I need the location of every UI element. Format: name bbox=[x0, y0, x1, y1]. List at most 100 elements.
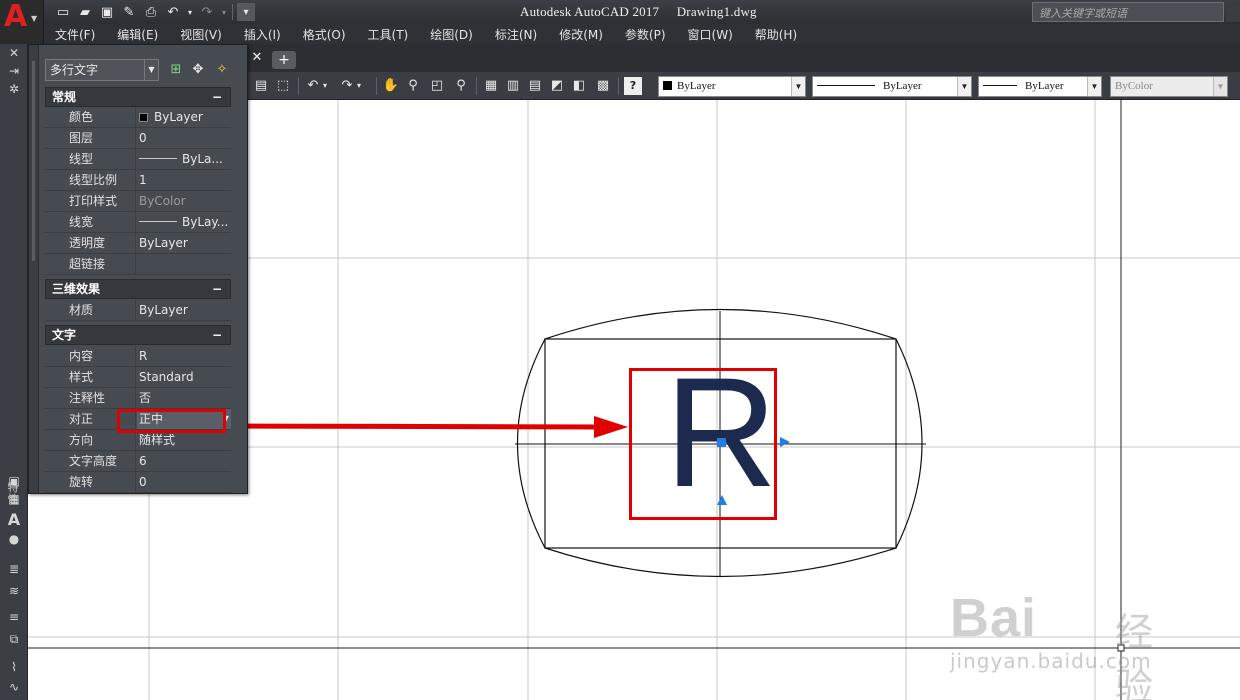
property-row[interactable]: 超链接 bbox=[45, 254, 231, 275]
zoom-realtime-icon[interactable]: ⚲ bbox=[404, 77, 422, 95]
menu-modify[interactable]: 修改(M) bbox=[548, 26, 614, 43]
property-value[interactable]: 0 bbox=[137, 472, 231, 492]
layer-states-icon[interactable]: ≋ bbox=[0, 584, 28, 598]
menu-tools[interactable]: 工具(T) bbox=[357, 26, 420, 43]
spline-tool-icon[interactable]: ∿ bbox=[0, 680, 28, 694]
collapse-icon[interactable]: − bbox=[212, 280, 222, 298]
property-row[interactable]: 旋转 0 bbox=[45, 472, 231, 493]
tool-palettes-icon[interactable]: ▤ bbox=[526, 77, 544, 95]
match-properties-icon[interactable]: ▤ bbox=[252, 77, 270, 95]
properties-icon[interactable]: ▦ bbox=[482, 77, 500, 95]
palette-grip[interactable] bbox=[29, 45, 39, 493]
menu-window[interactable]: 窗口(W) bbox=[677, 26, 744, 43]
undo-dropdown-icon[interactable]: ▾ bbox=[320, 77, 330, 95]
save-as-icon[interactable]: ✎ bbox=[120, 3, 138, 21]
zoom-window-icon[interactable]: ◰ bbox=[428, 77, 446, 95]
color-dropdown[interactable]: ByLayer ▼ bbox=[658, 76, 806, 97]
property-value[interactable]: 随样式 bbox=[137, 430, 231, 450]
property-value[interactable]: ByLa... bbox=[137, 149, 231, 169]
property-value[interactable]: ByLay... bbox=[137, 212, 231, 232]
layer-tool-icon[interactable]: ▣ bbox=[0, 474, 28, 488]
lineweight-dropdown[interactable]: ByLayer ▼ bbox=[978, 76, 1102, 97]
property-row[interactable]: 注释性 否 bbox=[45, 388, 231, 409]
print-icon[interactable]: ⎙ bbox=[142, 3, 160, 21]
property-row[interactable]: 样式 Standard bbox=[45, 367, 231, 388]
redo-dropdown-icon[interactable]: ▾ bbox=[354, 77, 364, 95]
property-row[interactable]: 材质 ByLayer bbox=[45, 300, 231, 321]
pickadd-toggle-icon[interactable]: ⊞ bbox=[167, 61, 185, 79]
palette-settings-icon[interactable]: ✲ bbox=[0, 82, 28, 96]
undo-icon[interactable]: ↶ bbox=[164, 3, 182, 21]
sheet-set-icon[interactable]: ◩ bbox=[548, 77, 566, 95]
plotstyle-dropdown[interactable]: ByColor ▼ bbox=[1110, 76, 1228, 97]
layer-walk-icon[interactable]: ≡ bbox=[0, 610, 28, 624]
new-tab-button[interactable]: + bbox=[272, 51, 296, 69]
section-text[interactable]: 文字 − bbox=[45, 325, 231, 345]
property-row[interactable]: 线宽 ByLay... bbox=[45, 212, 231, 233]
property-value[interactable] bbox=[137, 254, 231, 274]
new-file-icon[interactable]: ▭ bbox=[54, 3, 72, 21]
property-row[interactable]: 颜色 ByLayer bbox=[45, 107, 231, 128]
design-center-icon[interactable]: ▥ bbox=[504, 77, 522, 95]
polyline-tool-icon[interactable]: ⌇ bbox=[0, 660, 28, 674]
property-value[interactable]: ByColor bbox=[137, 191, 231, 211]
menu-help[interactable]: 帮助(H) bbox=[744, 26, 808, 43]
zoom-previous-icon[interactable]: ⚲ bbox=[452, 77, 470, 95]
select-objects-icon[interactable]: ✥ bbox=[189, 61, 207, 79]
collapse-icon[interactable]: − bbox=[212, 88, 222, 106]
property-value[interactable]: 6 bbox=[137, 451, 231, 471]
application-menu-button[interactable]: A ▼ bbox=[0, 0, 44, 44]
property-row[interactable]: 方向 随样式 bbox=[45, 430, 231, 451]
property-row[interactable]: 线型 ByLa... bbox=[45, 149, 231, 170]
section-general[interactable]: 常规 − bbox=[45, 87, 231, 107]
collapse-icon[interactable]: − bbox=[212, 326, 222, 344]
calculator-icon[interactable]: ▩ bbox=[594, 77, 612, 95]
center-grip[interactable] bbox=[717, 438, 726, 447]
layer-isolate-icon[interactable]: ⧉ bbox=[0, 632, 28, 647]
redo-icon[interactable]: ↷ bbox=[198, 3, 216, 21]
property-value[interactable]: Standard bbox=[137, 367, 231, 387]
undo-dropdown-icon[interactable]: ▾ bbox=[186, 3, 194, 21]
property-row[interactable]: 透明度 ByLayer bbox=[45, 233, 231, 254]
property-value[interactable]: 1 bbox=[137, 170, 231, 190]
quick-select-icon[interactable]: ✧ bbox=[213, 61, 231, 79]
grid-tool-icon[interactable]: ▦ bbox=[0, 492, 28, 506]
property-row[interactable]: 打印样式 ByColor bbox=[45, 191, 231, 212]
close-palette-icon[interactable]: ✕ bbox=[0, 46, 28, 60]
text-tool-icon[interactable]: A bbox=[0, 510, 28, 529]
section-3d-effects[interactable]: 三维效果 − bbox=[45, 279, 231, 299]
menu-view[interactable]: 视图(V) bbox=[169, 26, 233, 43]
property-value[interactable]: R bbox=[137, 346, 231, 366]
save-icon[interactable]: ▣ bbox=[98, 3, 116, 21]
property-row[interactable]: 图层 0 bbox=[45, 128, 231, 149]
menu-insert[interactable]: 插入(I) bbox=[233, 26, 292, 43]
close-tab-icon[interactable]: ✕ bbox=[248, 50, 266, 66]
pan-hand-icon[interactable]: ✋ bbox=[382, 77, 400, 95]
property-value[interactable]: ByLayer bbox=[137, 233, 231, 253]
menu-dimension[interactable]: 标注(N) bbox=[484, 26, 548, 43]
grip-arrow-right-icon[interactable] bbox=[780, 437, 790, 447]
menu-parametric[interactable]: 参数(P) bbox=[614, 26, 677, 43]
layer-tool-icon[interactable]: ⬚ bbox=[274, 77, 292, 95]
layer-stack-icon[interactable]: ≣ bbox=[0, 562, 28, 576]
property-row[interactable]: 内容 R bbox=[45, 346, 231, 367]
menu-edit[interactable]: 编辑(E) bbox=[106, 26, 169, 43]
linetype-dropdown[interactable]: ByLayer ▼ bbox=[812, 76, 972, 97]
property-value[interactable]: 0 bbox=[137, 128, 231, 148]
property-value[interactable]: ByLayer bbox=[137, 300, 231, 320]
property-value[interactable]: 否 bbox=[137, 388, 231, 408]
grip-arrow-up-icon[interactable] bbox=[717, 495, 727, 505]
menu-draw[interactable]: 绘图(D) bbox=[419, 26, 484, 43]
menu-format[interactable]: 格式(O) bbox=[292, 26, 357, 43]
search-input[interactable]: 键入关键字或短语 bbox=[1032, 2, 1224, 22]
color-tool-icon[interactable]: ● bbox=[0, 532, 28, 546]
customize-qat-icon[interactable]: ▾ bbox=[237, 3, 255, 21]
help-icon[interactable]: ? bbox=[624, 77, 642, 95]
markup-icon[interactable]: ◧ bbox=[570, 77, 588, 95]
redo-dropdown-icon[interactable]: ▾ bbox=[220, 3, 228, 21]
property-value[interactable]: ByLayer bbox=[137, 107, 231, 127]
open-folder-icon[interactable]: ▰ bbox=[76, 3, 94, 21]
property-row[interactable]: 线型比例 1 bbox=[45, 170, 231, 191]
menu-file[interactable]: 文件(F) bbox=[44, 26, 106, 43]
property-row[interactable]: 文字高度 6 bbox=[45, 451, 231, 472]
